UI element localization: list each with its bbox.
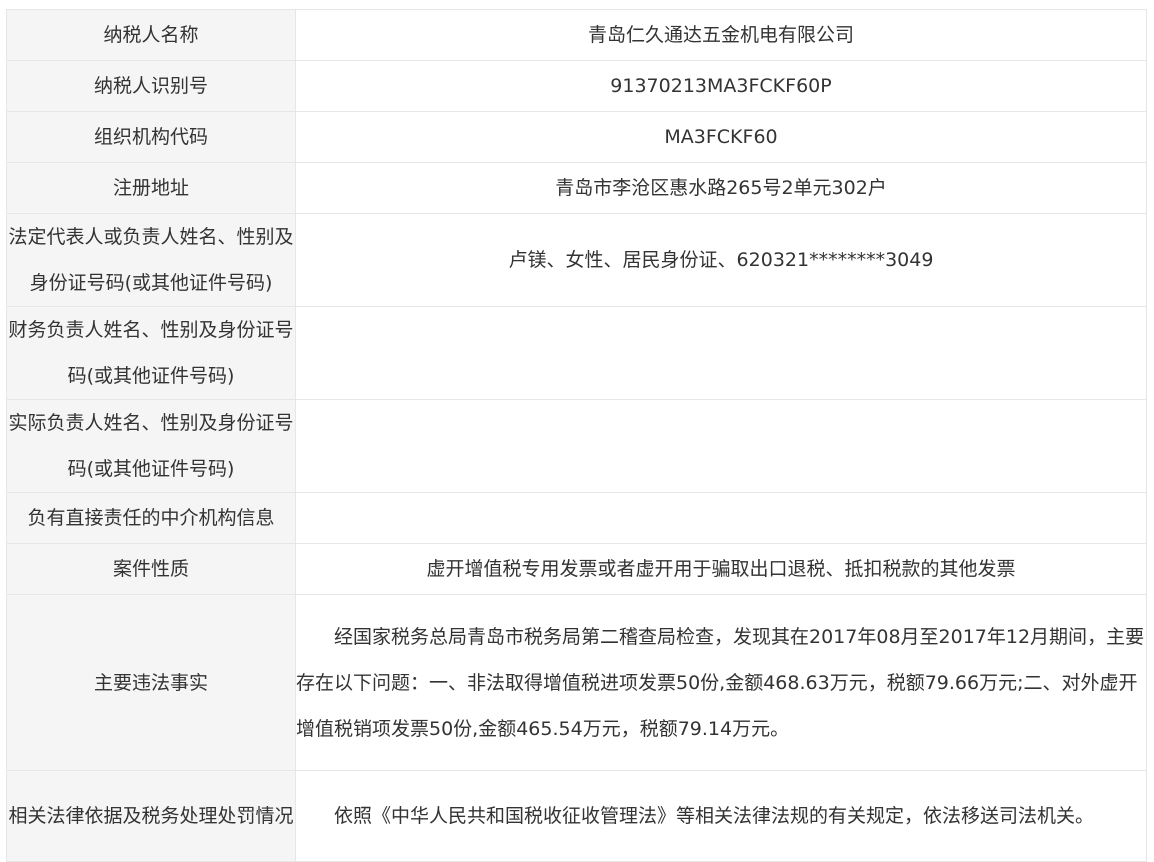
row-value-actual-officer: [295, 399, 1147, 493]
table-row: 法定代表人或负责人姓名、性别及身份证号码(或其他证件号码) 卢镁、女性、居民身份…: [6, 213, 1147, 307]
row-value-registered-address: 青岛市李沧区惠水路265号2单元302户: [295, 162, 1147, 214]
row-label-registered-address: 注册地址: [6, 162, 296, 214]
row-value-case-nature: 虚开增值税专用发票或者虚开用于骗取出口退税、抵扣税款的其他发票: [295, 543, 1147, 595]
table-row: 注册地址 青岛市李沧区惠水路265号2单元302户: [6, 162, 1147, 214]
table-row: 财务负责人姓名、性别及身份证号码(或其他证件号码): [6, 306, 1147, 400]
row-label-intermediary: 负有直接责任的中介机构信息: [6, 492, 296, 544]
table-row: 负有直接责任的中介机构信息: [6, 492, 1147, 544]
row-value-org-code: MA3FCKF60: [295, 111, 1147, 163]
table-row: 案件性质 虚开增值税专用发票或者虚开用于骗取出口退税、抵扣税款的其他发票: [6, 543, 1147, 595]
table-row: 组织机构代码 MA3FCKF60: [6, 111, 1147, 163]
legal-basis-text: 依照《中华人民共和国税收征收管理法》等相关法律法规的有关规定，依法移送司法机关。: [334, 805, 1095, 827]
row-value-legal-representative: 卢镁、女性、居民身份证、620321********3049: [295, 213, 1147, 307]
row-label-org-code: 组织机构代码: [6, 111, 296, 163]
row-value-taxpayer-id: 91370213MA3FCKF60P: [295, 60, 1147, 112]
row-label-taxpayer-id: 纳税人识别号: [6, 60, 296, 112]
row-label-legal-basis: 相关法律依据及税务处理处罚情况: [6, 770, 296, 862]
tax-case-info-table: 纳税人名称 青岛仁久通达五金机电有限公司 纳税人识别号 91370213MA3F…: [6, 9, 1147, 862]
table-row: 纳税人识别号 91370213MA3FCKF60P: [6, 60, 1147, 112]
row-label-actual-officer: 实际负责人姓名、性别及身份证号码(或其他证件号码): [6, 399, 296, 493]
row-value-finance-officer: [295, 306, 1147, 400]
row-value-main-violations: 经国家税务总局青岛市税务局第二稽查局检查，发现其在2017年08月至2017年1…: [295, 594, 1147, 771]
row-label-legal-representative: 法定代表人或负责人姓名、性别及身份证号码(或其他证件号码): [6, 213, 296, 307]
table-row: 主要违法事实 经国家税务总局青岛市税务局第二稽查局检查，发现其在2017年08月…: [6, 594, 1147, 771]
row-value-taxpayer-name: 青岛仁久通达五金机电有限公司: [295, 9, 1147, 61]
table-row: 实际负责人姓名、性别及身份证号码(或其他证件号码): [6, 399, 1147, 493]
row-value-legal-basis: 依照《中华人民共和国税收征收管理法》等相关法律法规的有关规定，依法移送司法机关。: [295, 770, 1147, 862]
table-row: 纳税人名称 青岛仁久通达五金机电有限公司: [6, 9, 1147, 61]
row-label-main-violations: 主要违法事实: [6, 594, 296, 771]
row-label-taxpayer-name: 纳税人名称: [6, 9, 296, 61]
table-row: 相关法律依据及税务处理处罚情况 依照《中华人民共和国税收征收管理法》等相关法律法…: [6, 770, 1147, 862]
row-label-finance-officer: 财务负责人姓名、性别及身份证号码(或其他证件号码): [6, 306, 296, 400]
main-violations-text: 经国家税务总局青岛市税务局第二稽查局检查，发现其在2017年08月至2017年1…: [296, 625, 1145, 740]
row-label-case-nature: 案件性质: [6, 543, 296, 595]
row-value-intermediary: [295, 492, 1147, 544]
